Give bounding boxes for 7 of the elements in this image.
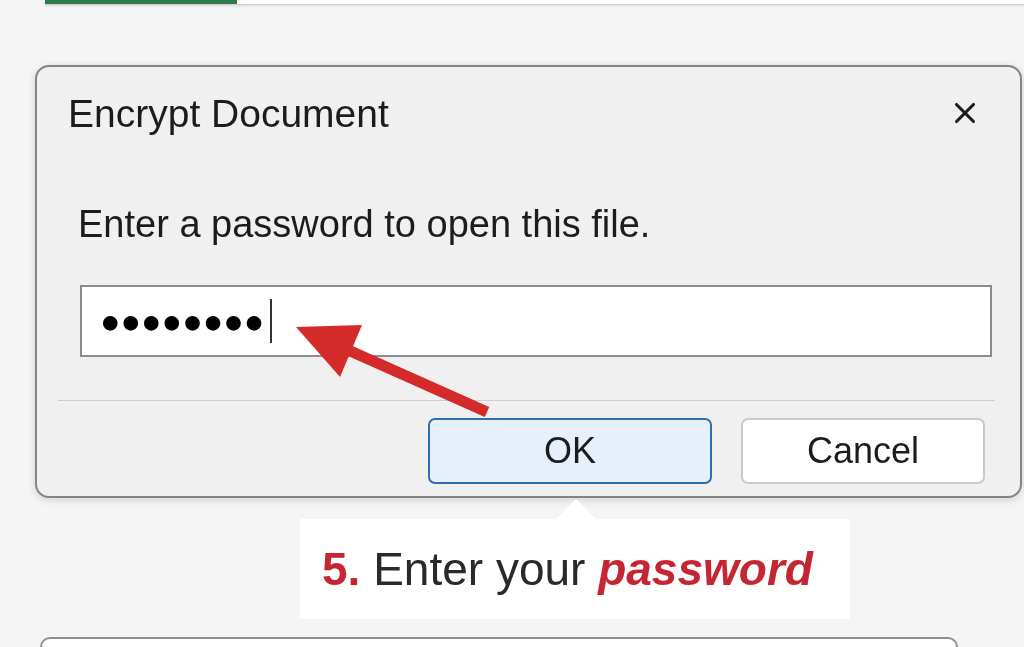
ok-button[interactable]: OK — [428, 418, 712, 484]
dialog-title: Encrypt Document — [68, 93, 389, 133]
password-field[interactable]: ●●●●●●●● — [80, 285, 992, 357]
prompt-text: Enter a password to open this file. — [78, 203, 651, 245]
cancel-button[interactable]: Cancel — [741, 418, 985, 484]
masked-password: ●●●●●●●● — [100, 304, 265, 338]
text-cursor — [270, 299, 273, 343]
